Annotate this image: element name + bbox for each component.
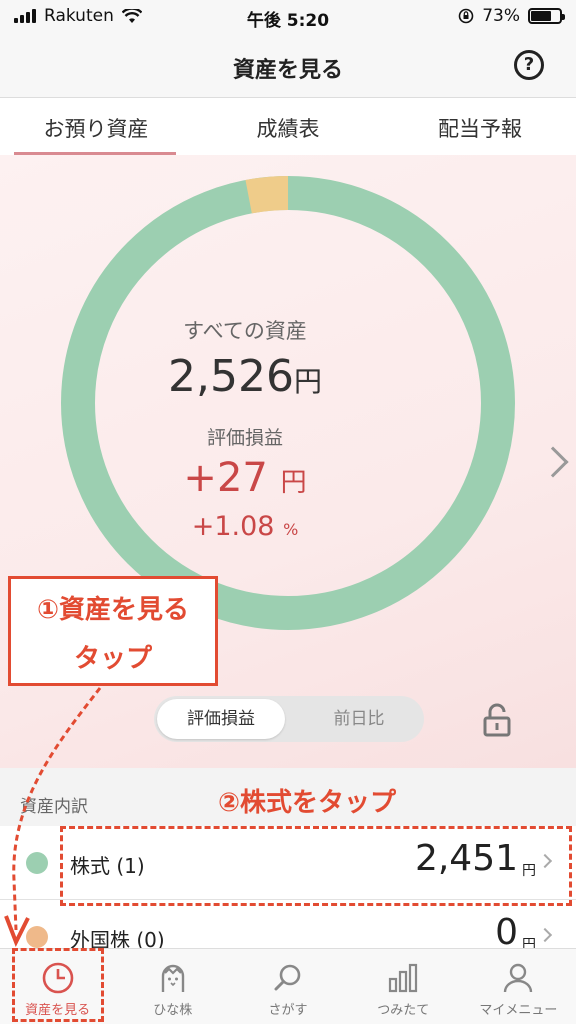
person-icon	[504, 963, 533, 993]
highlight-assets-tab	[12, 948, 104, 1022]
top-tabs: お預り資産 成績表 配当予報	[0, 99, 576, 155]
annotation-step1-line1: ①資産を見る	[36, 595, 189, 625]
unlock-icon[interactable]	[482, 703, 512, 737]
annotation-step1: ①資産を見る タップ	[8, 576, 218, 686]
donut-segment-stock	[61, 176, 515, 630]
tab-label: マイメニュー	[479, 1003, 558, 1018]
profit-loss-percent-value: +1.08	[191, 511, 275, 542]
profit-loss-percent: +1.08 %	[90, 511, 400, 542]
tab-report-card[interactable]: 成績表	[192, 99, 384, 155]
profit-loss-value: +27	[183, 455, 268, 501]
page-title: 資産を見る	[232, 58, 343, 83]
row-value: 0	[495, 912, 518, 953]
profit-loss: +27 円	[90, 455, 400, 501]
profit-loss-unit: 円	[280, 468, 307, 498]
search-icon	[274, 964, 301, 991]
bottom-tab-my-menu[interactable]: マイメニュー	[461, 949, 576, 1024]
bottom-tab-search[interactable]: さがす	[230, 949, 345, 1024]
toggle-profit-loss[interactable]: 評価損益	[157, 699, 285, 739]
annotation-arrow	[4, 687, 102, 947]
percent-unit: %	[283, 520, 299, 539]
orientation-lock-icon	[458, 8, 474, 24]
bottom-tab-tsumitate[interactable]: つみたて	[346, 949, 461, 1024]
total-value: 2,526	[168, 351, 294, 402]
tab-label: さがす	[268, 1003, 308, 1018]
tab-deposits[interactable]: お預り資産	[0, 99, 192, 155]
tab-dividend-forecast[interactable]: 配当予報	[384, 99, 576, 155]
bar-chart-icon	[389, 963, 418, 993]
donut-segment-other	[61, 176, 515, 630]
total-assets: 2,526円	[90, 351, 400, 402]
total-unit: 円	[293, 365, 322, 398]
tab-label: ひな株	[153, 1003, 193, 1018]
chevron-right-icon	[537, 927, 553, 943]
all-assets-label: すべての資産	[183, 319, 307, 343]
nav-bar: 資産を見る ?	[0, 34, 576, 98]
highlight-stock-row	[60, 826, 572, 906]
bottom-tab-hinakabu[interactable]: ひな株	[115, 949, 230, 1024]
battery-percent: 73%	[482, 6, 520, 26]
annotation-step2: ②株式をタップ	[218, 788, 397, 818]
battery-icon	[528, 8, 565, 24]
chick-icon	[161, 964, 184, 992]
toggle-day-change[interactable]: 前日比	[294, 699, 424, 739]
status-bar: Rakuten 午後 5:20 73%	[0, 0, 576, 34]
tab-label: つみたて	[377, 1003, 430, 1018]
profit-loss-label: 評価損益	[206, 427, 283, 449]
metric-toggle: 評価損益 前日比	[154, 696, 424, 742]
annotation-step1-line2: タップ	[73, 644, 152, 674]
help-icon[interactable]: ?	[514, 50, 544, 80]
